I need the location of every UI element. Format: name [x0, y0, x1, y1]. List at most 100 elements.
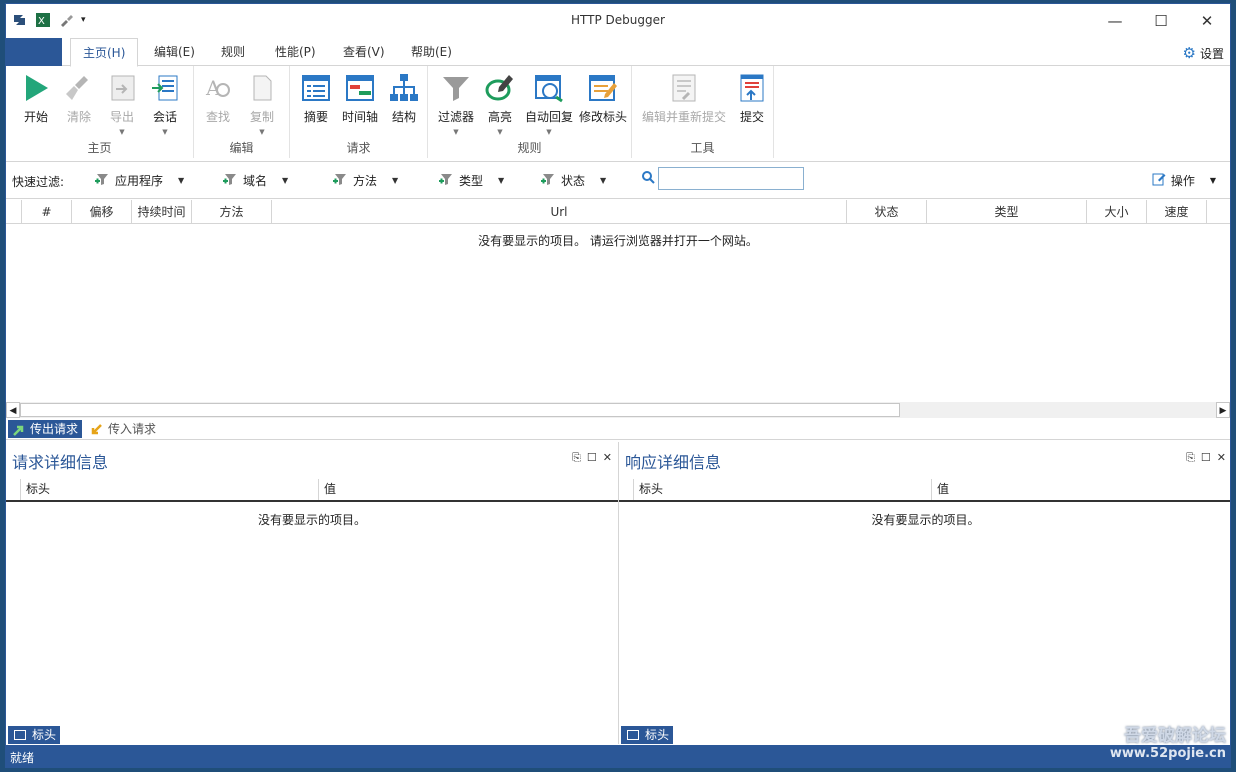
details-header: 标头 值	[6, 479, 618, 502]
submit-button[interactable]: 提交	[730, 72, 774, 125]
file-menu-button[interactable]	[6, 38, 62, 66]
col-method[interactable]: 方法	[192, 200, 272, 224]
group-label-home: 主页	[87, 141, 112, 155]
tab-performance[interactable]: 性能(P)	[263, 38, 328, 66]
highlight-button[interactable]: 高亮 ▼	[478, 72, 522, 136]
summary-icon	[300, 72, 332, 104]
group-edit: A 查找 复制 ▼ 编辑	[194, 66, 290, 158]
edit-icon	[1152, 172, 1166, 189]
group-label-rules: 规则	[517, 141, 542, 155]
headers-icon	[627, 730, 639, 740]
col-header-name[interactable]: 标头	[633, 479, 931, 500]
col-header-value[interactable]: 值	[931, 479, 1230, 500]
minimize-button[interactable]: —	[1092, 4, 1138, 38]
panel-title: 响应详细信息	[625, 453, 722, 472]
clear-button[interactable]: 清除	[57, 72, 101, 125]
col-size[interactable]: 大小	[1087, 200, 1147, 224]
pin-icon[interactable]: ⎘	[1186, 451, 1195, 465]
col-status[interactable]: 状态	[847, 200, 927, 224]
details-header: 标头 值	[619, 479, 1230, 502]
tab-home[interactable]: 主页(H)	[70, 38, 139, 67]
scroll-right-icon[interactable]: ▶	[1216, 402, 1230, 418]
headers-tab[interactable]: 标头	[621, 726, 674, 744]
filter-method[interactable]: 方法 ▼	[332, 172, 398, 189]
group-tools: 编辑并重新提交 提交 工具	[632, 66, 774, 158]
summary-button[interactable]: 摘要	[294, 72, 338, 125]
quick-filter-bar: 快速过滤: 应用程序 ▼ 域名 ▼ 方法 ▼ 类型 ▼ 状态 ▼ 操作 ▼	[6, 163, 1230, 199]
group-label-request: 请求	[346, 141, 371, 155]
filter-status[interactable]: 状态 ▼	[540, 172, 606, 189]
maximize-panel-icon[interactable]: ☐	[587, 451, 597, 465]
close-panel-icon[interactable]: ✕	[603, 451, 612, 465]
autoreply-icon	[533, 72, 565, 104]
find-button[interactable]: A 查找	[196, 72, 240, 125]
filter-domain[interactable]: 域名 ▼	[222, 172, 288, 189]
panel-title: 请求详细信息	[12, 453, 109, 472]
copy-button[interactable]: 复制 ▼	[240, 72, 284, 136]
export-button[interactable]: 导出 ▼	[100, 72, 144, 136]
session-button[interactable]: 会话 ▼	[143, 72, 187, 136]
close-panel-icon[interactable]: ✕	[1217, 451, 1226, 465]
tab-view[interactable]: 查看(V)	[331, 38, 397, 66]
maximize-panel-icon[interactable]: ☐	[1201, 451, 1211, 465]
dropdown-arrow-icon: ▼	[282, 176, 289, 185]
settings-button[interactable]: ⚙ 设置	[1183, 44, 1224, 62]
watermark: 吾爱破解论坛 www.52pojie.cn	[1109, 726, 1226, 761]
col-speed[interactable]: 速度	[1147, 200, 1207, 224]
request-direction-tabs: 传出请求 传入请求	[6, 418, 1230, 440]
export-icon	[106, 72, 138, 104]
scroll-left-icon[interactable]: ◀	[6, 402, 20, 418]
modify-header-icon	[587, 72, 619, 104]
highlighter-icon	[484, 72, 516, 104]
col-duration[interactable]: 持续时间	[132, 200, 192, 224]
col-number[interactable]: #	[22, 200, 72, 224]
timeline-button[interactable]: 时间轴	[338, 72, 382, 125]
structure-button[interactable]: 结构	[382, 72, 426, 125]
session-icon	[149, 72, 181, 104]
col-url[interactable]: Url	[272, 200, 847, 224]
filter-type[interactable]: 类型 ▼	[438, 172, 504, 189]
modify-header-button[interactable]: 修改标头	[576, 72, 630, 125]
maximize-button[interactable]: ☐	[1138, 4, 1184, 38]
filter-button[interactable]: 过滤器 ▼	[434, 72, 478, 136]
empty-message: 没有要显示的项目。	[257, 513, 366, 527]
col-type[interactable]: 类型	[927, 200, 1087, 224]
col-offset[interactable]: 偏移	[72, 200, 132, 224]
tab-edit[interactable]: 编辑(E)	[142, 38, 207, 66]
filter-add-icon	[332, 172, 348, 189]
edit-resubmit-button[interactable]: 编辑并重新提交	[636, 72, 732, 125]
pin-icon[interactable]: ⎘	[572, 451, 581, 465]
copy-icon	[246, 72, 278, 104]
filter-add-icon	[94, 172, 110, 189]
search-input[interactable]	[658, 167, 804, 190]
tab-help[interactable]: 帮助(E)	[399, 38, 464, 66]
headers-tab[interactable]: 标头	[8, 726, 61, 744]
scrollbar-thumb[interactable]	[20, 403, 900, 417]
filter-add-icon	[438, 172, 454, 189]
status-bar: 就绪 吾爱破解论坛 www.52pojie.cn	[6, 726, 1230, 767]
horizontal-scrollbar[interactable]: ◀ ▶	[6, 402, 1230, 418]
close-button[interactable]: ✕	[1184, 4, 1230, 38]
headers-icon	[14, 730, 26, 740]
dropdown-arrow-icon: ▼	[1209, 176, 1216, 185]
col-header-name[interactable]: 标头	[20, 479, 318, 500]
submit-icon	[736, 72, 768, 104]
app-window: X ▾ HTTP Debugger — ☐ ✕ 主页(H) 编辑(E) 规则 性…	[5, 3, 1231, 768]
group-label-tools: 工具	[690, 141, 715, 155]
dropdown-arrow-icon: ▼	[498, 176, 505, 185]
start-button[interactable]: 开始	[14, 72, 58, 125]
empty-message: 没有要显示的项目。	[871, 513, 980, 527]
dropdown-arrow-icon: ▼	[600, 176, 607, 185]
filter-application[interactable]: 应用程序 ▼	[94, 172, 184, 189]
autoreply-button[interactable]: 自动回复 ▼	[524, 72, 574, 136]
edit-resubmit-icon	[668, 72, 700, 104]
requests-grid: # 偏移 持续时间 方法 Url 状态 类型 大小 速度 没有要显示的项目。 请…	[6, 200, 1230, 418]
tab-outgoing-requests[interactable]: 传出请求	[8, 420, 83, 438]
tab-incoming-requests[interactable]: 传入请求	[86, 420, 160, 438]
request-details-panel: 请求详细信息 ⎘ ☐ ✕ 标头 值 没有要显示的项目。 标头	[6, 442, 618, 744]
tab-rules[interactable]: 规则	[209, 38, 257, 66]
group-request: 摘要 时间轴 结构 请求	[290, 66, 428, 158]
svg-text:A: A	[205, 76, 221, 100]
col-header-value[interactable]: 值	[318, 479, 616, 500]
operations-button[interactable]: 操作 ▼	[1152, 172, 1216, 189]
